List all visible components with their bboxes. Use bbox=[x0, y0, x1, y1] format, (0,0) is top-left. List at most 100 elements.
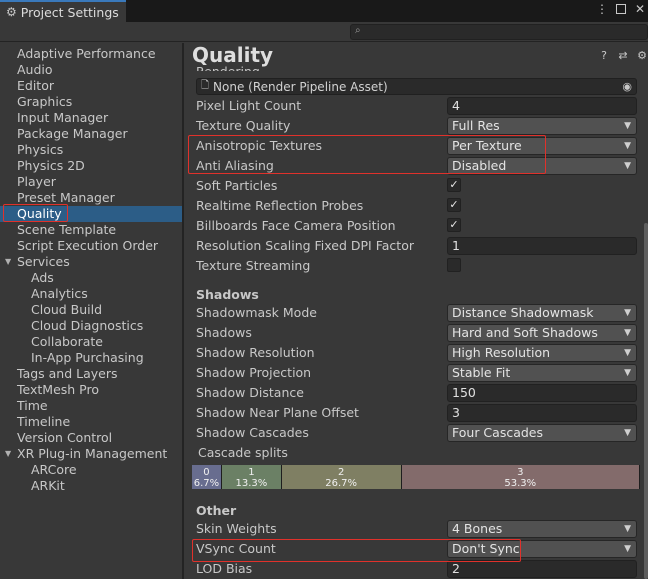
anisotropic-textures-value: Per Texture bbox=[452, 138, 522, 153]
pixel-light-count-field[interactable]: 4 bbox=[447, 97, 637, 115]
settings-gear-icon[interactable]: ⚙ bbox=[636, 49, 648, 62]
resolution-scaling-row: Resolution Scaling Fixed DPI Factor 1 bbox=[196, 237, 637, 255]
expand-triangle-icon[interactable]: ▼ bbox=[5, 257, 11, 266]
sidebar-item-arkit[interactable]: ARKit bbox=[31, 478, 65, 494]
rendering-heading: Rendering bbox=[196, 63, 260, 71]
quality-panel: Quality ? ⇄ ⚙ Rendering 🗋 None (Render P… bbox=[184, 43, 648, 579]
texture-streaming-checkbox[interactable] bbox=[447, 258, 461, 272]
sidebar-item-xr-plug-in-management[interactable]: XR Plug-in Management bbox=[17, 446, 167, 462]
sidebar-item-timeline[interactable]: Timeline bbox=[17, 414, 70, 430]
toolbar: ⌕ bbox=[0, 22, 648, 42]
sidebar-item-script-execution-order[interactable]: Script Execution Order bbox=[17, 238, 158, 254]
chevron-down-icon: ▼ bbox=[624, 308, 631, 318]
sidebar-item-version-control[interactable]: Version Control bbox=[17, 430, 112, 446]
skin-weights-label: Skin Weights bbox=[196, 521, 277, 536]
sidebar-item-adaptive-performance[interactable]: Adaptive Performance bbox=[17, 46, 156, 62]
soft-particles-label: Soft Particles bbox=[196, 178, 278, 193]
cascade-segment-2[interactable]: 2 26.7% bbox=[281, 465, 402, 489]
anisotropic-textures-dropdown[interactable]: Per Texture ▼ bbox=[447, 137, 637, 155]
shadow-cascades-dropdown[interactable]: Four Cascades ▼ bbox=[447, 424, 637, 442]
shadow-projection-dropdown[interactable]: Stable Fit ▼ bbox=[447, 364, 637, 382]
sidebar-item-package-manager[interactable]: Package Manager bbox=[17, 126, 128, 142]
texture-quality-dropdown[interactable]: Full Res ▼ bbox=[447, 117, 637, 135]
sidebar-item-editor[interactable]: Editor bbox=[17, 78, 54, 94]
close-icon[interactable]: ✕ bbox=[634, 2, 646, 16]
title-bar: ⚙ Project Settings ⋮ ✕ bbox=[0, 0, 648, 22]
shadows-value: Hard and Soft Shadows bbox=[452, 325, 598, 340]
cascade-segment-3[interactable]: 3 53.3% bbox=[401, 465, 641, 489]
sidebar-item-time[interactable]: Time bbox=[17, 398, 48, 414]
shadow-near-plane-field[interactable]: 3 bbox=[447, 404, 637, 422]
soft-particles-checkbox[interactable]: ✓ bbox=[447, 178, 461, 192]
shadow-resolution-dropdown[interactable]: High Resolution ▼ bbox=[447, 344, 637, 362]
sidebar: Adaptive Performance Audio Editor Graphics I… bbox=[0, 43, 182, 579]
shadow-projection-label: Shadow Projection bbox=[196, 365, 312, 380]
sidebar-item-cloud-diagnostics[interactable]: Cloud Diagnostics bbox=[31, 318, 143, 334]
maximize-icon[interactable] bbox=[616, 4, 626, 14]
texture-quality-label: Texture Quality bbox=[196, 118, 291, 133]
texture-quality-value: Full Res bbox=[452, 118, 500, 133]
sidebar-item-cloud-build[interactable]: Cloud Build bbox=[31, 302, 102, 318]
shadowmask-mode-dropdown[interactable]: Distance Shadowmask ▼ bbox=[447, 304, 637, 322]
lod-bias-label: LOD Bias bbox=[196, 561, 253, 576]
anti-aliasing-dropdown[interactable]: Disabled ▼ bbox=[447, 157, 637, 175]
vertical-scrollbar[interactable] bbox=[644, 223, 648, 579]
sidebar-item-quality[interactable]: Quality bbox=[0, 206, 182, 222]
sidebar-item-tags-and-layers[interactable]: Tags and Layers bbox=[17, 366, 118, 382]
sidebar-item-ads[interactable]: Ads bbox=[31, 270, 54, 286]
sidebar-item-audio[interactable]: Audio bbox=[17, 62, 53, 78]
sidebar-item-in-app-purchasing[interactable]: In-App Purchasing bbox=[31, 350, 144, 366]
object-picker-icon[interactable]: ◉ bbox=[622, 80, 632, 93]
anisotropic-textures-label: Anisotropic Textures bbox=[196, 138, 323, 153]
shadow-near-plane-row: Shadow Near Plane Offset 3 bbox=[196, 404, 637, 422]
billboards-face-camera-label: Billboards Face Camera Position bbox=[196, 218, 396, 233]
sidebar-item-collaborate[interactable]: Collaborate bbox=[31, 334, 103, 350]
cascade-segment-1[interactable]: 1 13.3% bbox=[221, 465, 282, 489]
sidebar-item-analytics[interactable]: Analytics bbox=[31, 286, 88, 302]
sidebar-item-scene-template[interactable]: Scene Template bbox=[17, 222, 116, 238]
sidebar-item-physics-2d[interactable]: Physics 2D bbox=[17, 158, 85, 174]
help-icon[interactable]: ? bbox=[598, 49, 610, 62]
shadows-dropdown[interactable]: Hard and Soft Shadows ▼ bbox=[447, 324, 637, 342]
shadow-resolution-value: High Resolution bbox=[452, 345, 551, 360]
vsync-count-dropdown[interactable]: Don't Sync ▼ bbox=[447, 540, 637, 558]
preset-icon[interactable]: ⇄ bbox=[617, 49, 629, 62]
cascade-splits-bar[interactable]: 0 6.7% 1 13.3% 2 26.7% 3 53.3% bbox=[192, 465, 641, 489]
resolution-scaling-field[interactable]: 1 bbox=[447, 237, 637, 255]
shadowmask-mode-row: Shadowmask Mode Distance Shadowmask ▼ bbox=[196, 304, 637, 322]
billboards-face-camera-checkbox[interactable]: ✓ bbox=[447, 218, 461, 232]
lod-bias-field[interactable]: 2 bbox=[447, 560, 637, 578]
sidebar-item-player[interactable]: Player bbox=[17, 174, 56, 190]
search-input[interactable]: ⌕ bbox=[350, 24, 648, 40]
texture-quality-row: Texture Quality Full Res ▼ bbox=[196, 117, 637, 135]
skin-weights-dropdown[interactable]: 4 Bones ▼ bbox=[447, 520, 637, 538]
sidebar-item-preset-manager[interactable]: Preset Manager bbox=[17, 190, 115, 206]
chevron-down-icon: ▼ bbox=[624, 348, 631, 358]
more-options-icon[interactable]: ⋮ bbox=[596, 2, 608, 16]
cascade-percent: 13.3% bbox=[235, 478, 268, 489]
project-settings-tab[interactable]: ⚙ Project Settings bbox=[0, 0, 126, 22]
sidebar-item-physics[interactable]: Physics bbox=[17, 142, 63, 158]
cascade-index: 1 bbox=[248, 467, 255, 478]
shadowmask-mode-label: Shadowmask Mode bbox=[196, 305, 317, 320]
sidebar-item-input-manager[interactable]: Input Manager bbox=[17, 110, 108, 126]
shadow-projection-row: Shadow Projection Stable Fit ▼ bbox=[196, 364, 637, 382]
chevron-down-icon: ▼ bbox=[624, 328, 631, 338]
sidebar-item-arcore[interactable]: ARCore bbox=[31, 462, 77, 478]
shadow-near-plane-label: Shadow Near Plane Offset bbox=[196, 405, 359, 420]
sidebar-item-textmesh-pro[interactable]: TextMesh Pro bbox=[17, 382, 99, 398]
realtime-reflection-probes-checkbox[interactable]: ✓ bbox=[447, 198, 461, 212]
sidebar-item-graphics[interactable]: Graphics bbox=[17, 94, 72, 110]
render-pipeline-asset-field[interactable]: 🗋 None (Render Pipeline Asset) ◉ bbox=[196, 78, 637, 95]
expand-triangle-icon[interactable]: ▼ bbox=[5, 449, 11, 458]
pixel-light-count-row: Pixel Light Count 4 bbox=[196, 97, 637, 115]
cascade-segment-0[interactable]: 0 6.7% bbox=[192, 465, 222, 489]
realtime-reflection-probes-label: Realtime Reflection Probes bbox=[196, 198, 364, 213]
anti-aliasing-value: Disabled bbox=[452, 158, 507, 173]
shadow-distance-field[interactable]: 150 bbox=[447, 384, 637, 402]
shadow-cascades-value: Four Cascades bbox=[452, 425, 543, 440]
vsync-count-row: VSync Count Don't Sync ▼ bbox=[196, 540, 637, 558]
sidebar-item-services[interactable]: Services bbox=[17, 254, 70, 270]
cascade-index: 0 bbox=[203, 467, 210, 478]
skin-weights-row: Skin Weights 4 Bones ▼ bbox=[196, 520, 637, 538]
